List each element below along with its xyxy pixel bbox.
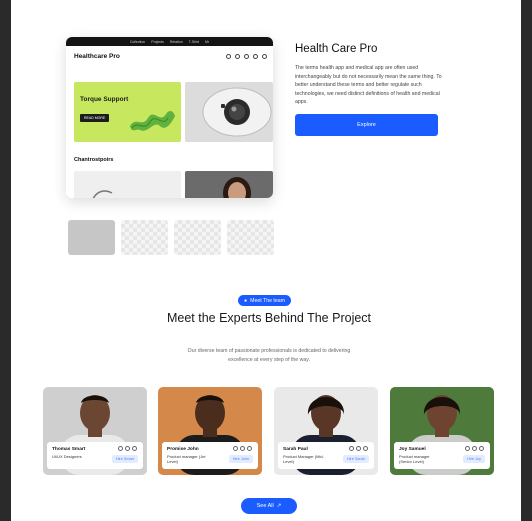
arrow-up-right-icon: ↗ (276, 503, 282, 509)
thumbnail[interactable] (68, 220, 115, 255)
team-member-card[interactable]: Joy Samuel Product manager (Senior Level)… (390, 387, 494, 475)
member-name: Joy Samuel (399, 447, 426, 452)
member-social-icons (233, 446, 252, 451)
team-section-title: Meet the Experts Behind The Project (166, 311, 372, 325)
thumbnail[interactable] (121, 220, 168, 255)
twitter-icon[interactable] (125, 446, 130, 451)
team-icon: ● (244, 297, 248, 304)
hire-button[interactable]: Hire Smart (111, 455, 138, 463)
explore-button[interactable]: Explore (295, 114, 438, 136)
thumbnail[interactable] (227, 220, 274, 255)
mockup-topbar-link: Projects (151, 39, 164, 44)
mockup-topbar-link: T-Shirt (188, 39, 200, 44)
mockup-icons (226, 53, 267, 59)
whatsapp-icon[interactable] (363, 446, 368, 451)
member-role: UI/UX Designers (52, 454, 82, 459)
mockup-header: Healthcare Pro (66, 46, 273, 66)
portrait-illustration (223, 177, 251, 198)
member-info-panel: Sarah Paul Product Manager (Mid-Level) Hir… (278, 442, 374, 469)
portrait-card (185, 171, 273, 198)
hero-description: The terms health app and medical app are… (295, 65, 442, 105)
twitter-icon[interactable] (472, 446, 477, 451)
wave-object-illustration (130, 110, 175, 131)
device-card (185, 82, 273, 142)
member-info-panel: Thomas Smart UI/UX Designers Hire Smart (47, 442, 143, 469)
hero-title: Health Care Pro (295, 43, 378, 55)
whatsapp-icon[interactable] (479, 446, 484, 451)
instagram-icon[interactable] (349, 446, 354, 451)
mockup-section-heading: Chantrostpoirs (74, 157, 114, 163)
device-illustration (202, 87, 272, 137)
member-role: Product Manager (Mid-Level) (283, 454, 324, 464)
member-name: Promise John (167, 447, 199, 452)
team-member-card[interactable]: Promise John Product manager (Jnr Level) H… (158, 387, 262, 475)
see-all-label: See All (256, 503, 274, 509)
mockup-topbar: Collection Projects Relation T-Shirt Mr (66, 37, 273, 46)
member-social-icons (118, 446, 137, 451)
mockup-products-row (74, 171, 273, 198)
member-info-panel: Joy Samuel Product manager (Senior Level)… (394, 442, 490, 469)
user-icon (235, 53, 240, 59)
see-all-button[interactable]: See All ↗ (241, 498, 297, 514)
member-info-panel: Promise John Product manager (Jnr Level) H… (162, 442, 258, 469)
whatsapp-icon[interactable] (132, 446, 137, 451)
mockup-topbar-link: Collection (129, 39, 146, 44)
bell-icon (253, 53, 258, 59)
mockup-topbar-link: Mr (205, 39, 210, 44)
hire-button[interactable]: Hire Sarah (342, 455, 369, 463)
cart-icon (262, 53, 267, 59)
team-member-card[interactable]: Thomas Smart UI/UX Designers Hire Smart (43, 387, 147, 475)
team-pill-badge: ● Meet The team (238, 295, 291, 306)
hire-button[interactable]: Hire John (228, 455, 253, 463)
instagram-icon[interactable] (465, 446, 470, 451)
twitter-icon[interactable] (356, 446, 361, 451)
image-thumbnails (68, 220, 274, 255)
instagram-icon[interactable] (233, 446, 238, 451)
member-name: Sarah Paul (283, 447, 308, 452)
member-social-icons (349, 446, 368, 451)
mockup-brand: Healthcare Pro (74, 52, 120, 60)
app-mockup: Collection Projects Relation T-Shirt Mr … (66, 37, 273, 198)
member-name: Thomas Smart (52, 447, 86, 452)
heart-icon (244, 53, 249, 59)
mockup-topbar-link: Relation (169, 39, 183, 44)
hire-button[interactable]: Hire Joy (463, 455, 485, 463)
whatsapp-icon[interactable] (247, 446, 252, 451)
member-role: Product manager (Jnr Level) (167, 454, 206, 464)
thumbnail[interactable] (174, 220, 221, 255)
instagram-icon[interactable] (118, 446, 123, 451)
product-card (74, 171, 181, 198)
member-role: Product manager (Senior Level) (399, 454, 430, 464)
promo-card: Torque Support READ MORE (74, 82, 181, 142)
product-illustration (92, 190, 113, 198)
team-section-subtitle: Our diverse team of passionate professio… (187, 348, 351, 363)
team-pill-label: Meet The team (250, 297, 285, 304)
page: Collection Projects Relation T-Shirt Mr … (11, 0, 521, 521)
member-social-icons (465, 446, 484, 451)
twitter-icon[interactable] (240, 446, 245, 451)
team-member-card[interactable]: Sarah Paul Product Manager (Mid-Level) Hir… (274, 387, 378, 475)
search-icon (226, 53, 231, 59)
mockup-promo-row: Torque Support READ MORE (74, 82, 273, 142)
